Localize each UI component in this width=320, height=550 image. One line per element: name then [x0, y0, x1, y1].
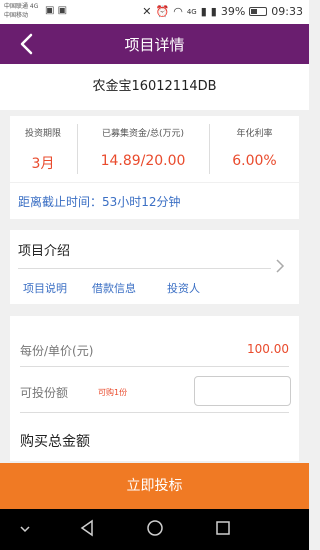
triangle-back-icon: [80, 519, 93, 537]
divider: [20, 366, 289, 367]
page-title: 项目详情: [124, 36, 185, 54]
stat-raised-label: 已募集资金/总(万元): [101, 129, 185, 139]
recents-nav-button[interactable]: [214, 518, 232, 542]
circle-home-icon: [147, 520, 163, 536]
carrier-info: 中国联通 4G 中国移动: [4, 2, 38, 20]
order-form: 每份/单价(元) 100.00 可投份额 可购1份 购买总金额: [10, 316, 299, 461]
stat-term: 投资期限 3月: [10, 116, 76, 182]
chevron-down-icon: [20, 526, 30, 533]
mute-icon: ✕: [142, 5, 152, 18]
home-nav-button[interactable]: [145, 518, 165, 542]
intro-heading: 项目介绍: [18, 244, 71, 259]
battery-percent: 39%: [220, 5, 246, 18]
total-amount-label: 购买总金额: [20, 434, 90, 450]
signal-icon: ▮: [200, 5, 207, 18]
link-project-description[interactable]: 项目说明: [23, 280, 67, 296]
stats-panel: 投资期限 3月 已募集资金/总(万元) 14.89/20.00 年化利率 6.0…: [10, 116, 299, 182]
deadline-text: 距离截止时间：53小时12分钟: [18, 195, 181, 209]
shares-label: 可投份额: [20, 386, 69, 400]
stat-rate: 年化利率 6.00%: [210, 116, 299, 182]
chevron-right-icon[interactable]: [275, 258, 285, 278]
status-bar: 中国联通 4G 中国移动 ▣ ▣ ✕ ⏰ ◠ 4G ▮ ▮ 39% 09:33: [0, 0, 309, 24]
carrier-2: 中国移动: [4, 12, 29, 19]
alarm-icon: ⏰: [155, 5, 170, 18]
back-nav-button[interactable]: [79, 518, 95, 542]
unit-price-label: 每份/单价(元): [20, 344, 94, 358]
stat-rate-value: 6.00%: [232, 153, 277, 169]
square-recents-icon: [216, 521, 230, 535]
stat-term-label: 投资期限: [24, 129, 61, 139]
image-icon: ▣: [45, 5, 55, 16]
signal-icon-2: ▮: [210, 5, 217, 18]
download-icon: ▣: [57, 5, 68, 16]
stat-term-value: 3月: [31, 156, 55, 172]
quantity-input[interactable]: [194, 376, 291, 406]
hide-nav-button[interactable]: [18, 521, 32, 540]
shares-hint: 可购1份: [98, 388, 128, 397]
stat-raised: 已募集资金/总(万元) 14.89/20.00: [78, 116, 208, 182]
network-type: 4G: [186, 7, 197, 16]
link-loan-info[interactable]: 借款信息: [92, 280, 136, 296]
unit-price-value: 100.00: [247, 342, 289, 356]
product-name: 农金宝16012114DB: [0, 64, 309, 110]
divider: [20, 412, 289, 413]
system-nav-bar: [0, 509, 309, 550]
battery-level: [251, 9, 257, 14]
divider: [18, 268, 271, 269]
stat-rate-label: 年化利率: [236, 129, 273, 139]
clock: 09:33: [271, 5, 303, 18]
carrier-1: 中国联通 4G: [4, 3, 39, 10]
link-investors[interactable]: 投资人: [167, 280, 200, 296]
stat-raised-value: 14.89/20.00: [100, 153, 186, 169]
project-intro-card[interactable]: 项目介绍 项目说明 借款信息 投资人: [10, 230, 299, 304]
wifi-icon: ◠: [173, 5, 183, 18]
status-icons: ✕ ⏰ ◠ 4G ▮ ▮ 39% 09:33: [142, 5, 303, 18]
battery-icon: [249, 7, 268, 16]
deadline-row: 距离截止时间：53小时12分钟: [10, 183, 299, 219]
notification-icons: ▣ ▣: [45, 5, 67, 16]
invest-now-button[interactable]: 立即投标: [0, 463, 309, 509]
title-bar: 项目详情: [0, 24, 309, 64]
